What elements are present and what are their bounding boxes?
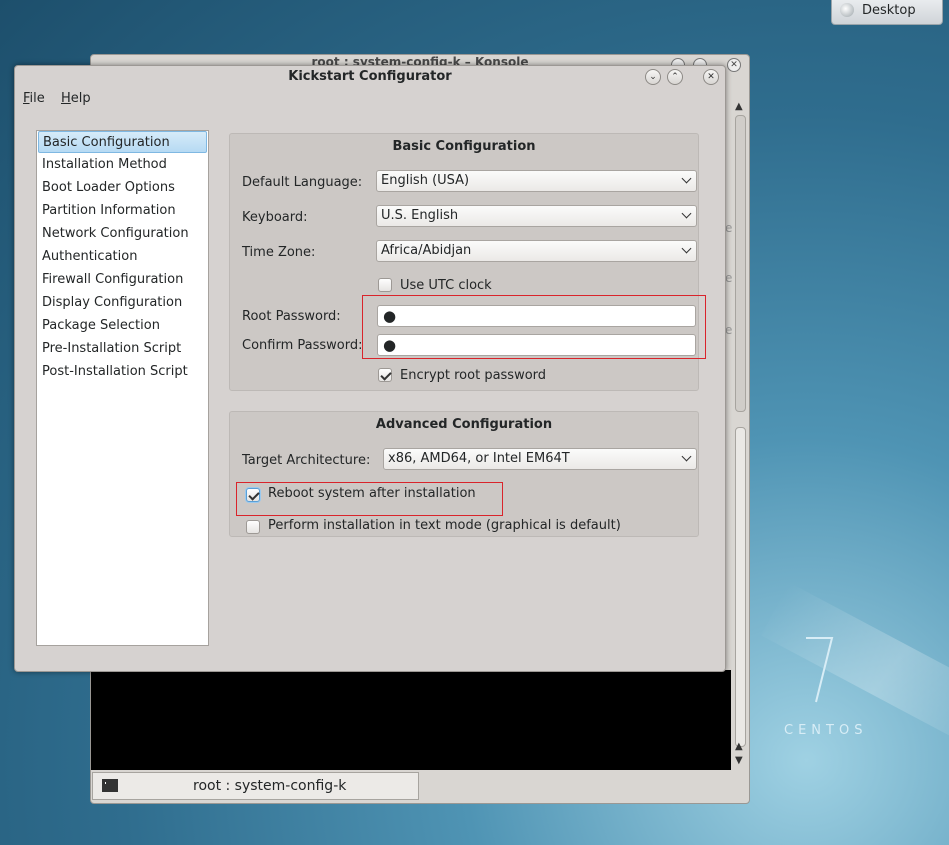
sidebar-item-post-installation-script[interactable]: Post-Installation Script (38, 361, 207, 383)
chevron-down-icon (681, 173, 692, 184)
chevron-down-icon (681, 451, 692, 462)
terminal-scrollbar[interactable]: ▲ ▲ ▼ (733, 101, 747, 769)
password-highlight-box (362, 295, 706, 359)
advanced-configuration-panel: Advanced Configuration Target Architectu… (229, 411, 699, 537)
sidebar-item-network-configuration[interactable]: Network Configuration (38, 223, 207, 245)
close-icon[interactable]: ✕ (703, 69, 719, 85)
time-zone-select[interactable]: Africa/Abidjan (376, 240, 697, 262)
chevron-down-icon (681, 243, 692, 254)
scrollbar-thumb[interactable] (735, 427, 746, 747)
scroll-down-icon[interactable]: ▼ (735, 755, 743, 766)
text-mode-install-checkbox[interactable] (246, 520, 260, 534)
terminal-text-fragment: e (725, 323, 733, 337)
keyboard-select[interactable]: U.S. English (376, 205, 697, 227)
terminal-icon (102, 779, 118, 792)
utc-clock-checkbox[interactable] (378, 278, 392, 292)
menu-help-mnemonic: H (61, 91, 71, 106)
time-zone-value: Africa/Abidjan (381, 243, 472, 258)
konsole-tab-label: root : system-config-k (193, 778, 347, 794)
menu-file[interactable]: File (23, 91, 45, 106)
menu-help[interactable]: Help (61, 91, 91, 106)
category-sidebar[interactable]: Basic Configuration Installation Method … (36, 130, 209, 646)
konsole-tab[interactable]: root : system-config-k (92, 772, 419, 800)
sidebar-item-firewall-configuration[interactable]: Firewall Configuration (38, 269, 207, 291)
confirm-password-label: Confirm Password: (242, 338, 363, 353)
root-password-label: Root Password: (242, 309, 341, 324)
keyboard-label: Keyboard: (242, 210, 308, 225)
menu-bar: File Help (15, 88, 725, 110)
desktop-button-label: Desktop (862, 3, 916, 18)
utc-clock-label: Use UTC clock (400, 278, 492, 293)
kickstart-window[interactable]: Kickstart Configurator ⌄ ⌃ ✕ File Help B… (14, 65, 726, 672)
text-mode-install-label: Perform installation in text mode (graph… (268, 518, 621, 533)
title-bar[interactable]: Kickstart Configurator ⌄ ⌃ ✕ (15, 66, 725, 88)
terminal-text-fragment: e (725, 271, 733, 285)
desktop-icon (840, 3, 854, 17)
sidebar-item-boot-loader-options[interactable]: Boot Loader Options (38, 177, 207, 199)
scrollbar-track (735, 115, 746, 412)
advanced-configuration-heading: Advanced Configuration (375, 417, 553, 432)
encrypt-root-password-label: Encrypt root password (400, 368, 547, 383)
scroll-up-icon[interactable]: ▲ (735, 101, 743, 112)
basic-configuration-heading: Basic Configuration (392, 139, 536, 154)
terminal-text-fragment: e (725, 221, 733, 235)
sidebar-item-authentication[interactable]: Authentication (38, 246, 207, 268)
time-zone-label: Time Zone: (242, 245, 316, 260)
window-title: Kickstart Configurator (288, 69, 452, 84)
encrypt-root-password-checkbox[interactable] (378, 368, 392, 382)
konsole-close-icon[interactable]: ✕ (727, 58, 741, 72)
sidebar-item-package-selection[interactable]: Package Selection (38, 315, 207, 337)
maximize-icon[interactable]: ⌃ (667, 69, 683, 85)
target-architecture-value: x86, AMD64, or Intel EM64T (388, 451, 570, 466)
reboot-highlight-box (236, 482, 503, 516)
desktop-button[interactable]: Desktop (831, 0, 943, 25)
centos-seven-logo (806, 637, 834, 703)
menu-help-label: elp (70, 91, 91, 106)
default-language-value: English (USA) (381, 173, 470, 188)
target-architecture-label: Target Architecture: (242, 453, 371, 468)
default-language-label: Default Language: (242, 175, 363, 190)
sidebar-item-pre-installation-script[interactable]: Pre-Installation Script (38, 338, 207, 360)
sidebar-item-basic-configuration[interactable]: Basic Configuration (38, 131, 207, 153)
chevron-down-icon (681, 208, 692, 219)
sidebar-item-partition-information[interactable]: Partition Information (38, 200, 207, 222)
sidebar-item-display-configuration[interactable]: Display Configuration (38, 292, 207, 314)
terminal-area[interactable] (91, 670, 731, 770)
target-architecture-select[interactable]: x86, AMD64, or Intel EM64T (383, 448, 697, 470)
minimize-icon[interactable]: ⌄ (645, 69, 661, 85)
scroll-down-icon[interactable]: ▲ (735, 741, 743, 752)
sidebar-item-installation-method[interactable]: Installation Method (38, 154, 207, 176)
centos-wordmark: CENTOS (784, 723, 868, 738)
default-language-select[interactable]: English (USA) (376, 170, 697, 192)
keyboard-value: U.S. English (381, 208, 459, 223)
menu-file-label: ile (29, 91, 45, 106)
